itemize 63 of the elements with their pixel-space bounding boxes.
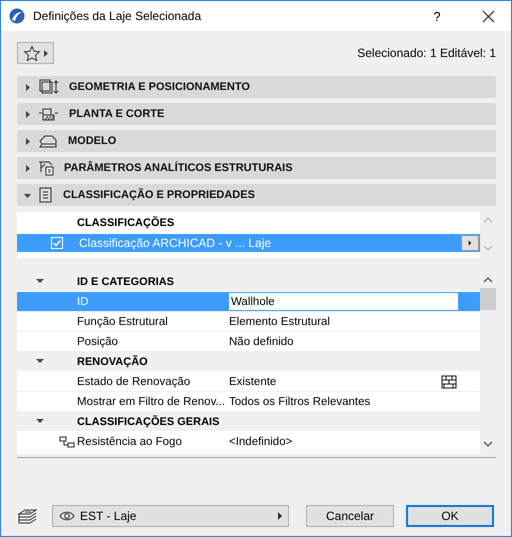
property-value: <Indefinido> [229,436,292,448]
property-name: Posição [77,336,119,348]
slab-icon [38,133,58,149]
section-title: PLANTA E CORTE [69,108,164,120]
property-row[interactable]: ID Wallhole [17,292,480,312]
property-value: Elemento Estrutural [229,316,330,328]
section-title: PARÂMETROS ANALÍTICOS ESTRUTURAIS [64,162,293,174]
submenu-button[interactable] [461,235,479,251]
scroll-down-icon [482,440,494,448]
group-title: CLASSIFICAÇÕES GERAIS [77,416,220,428]
checkbox[interactable] [51,237,63,249]
classification-label: Classificação ARCHICAD - v ... Laje [79,236,272,250]
cube-height-icon [38,79,59,95]
eye-icon [59,510,75,522]
dialog-button[interactable]: OK [406,505,494,527]
list-header: CLASSIFICAÇÕES [76,215,176,231]
scroll-up-icon [482,276,494,284]
property-row[interactable]: Função Estrutural Elemento Estrutural [17,312,480,332]
section-header[interactable]: MODELO [17,130,496,152]
section-header[interactable]: PLANTA E CORTE [17,103,496,125]
favorites-button[interactable] [17,42,54,64]
scroll-thumb[interactable] [480,288,496,310]
dialog-button[interactable]: Cancelar [306,505,394,527]
linked-blocks-icon [59,436,75,448]
layer-dropdown[interactable]: EST - Laje [52,505,289,527]
section-title: MODELO [68,135,116,147]
property-value: Todos os Filtros Relevantes [229,396,370,408]
property-name: Mostrar em Filtro de Renov... [77,396,226,408]
property-name: Estado de Renovação [77,376,192,388]
floor-plan-icon [38,106,59,122]
collapse-triangle-icon[interactable] [36,418,44,426]
scroll-down-icon [482,244,494,252]
app-logo [9,8,25,24]
help-button[interactable]: ? [417,6,457,26]
section-title: CLASSIFICAÇÃO E PROPRIEDADES [63,189,255,201]
layers-icon [17,508,38,524]
dropdown-arrow-icon [44,50,48,56]
analytic-panel-icon [38,160,54,176]
section-header[interactable]: PARÂMETROS ANALÍTICOS ESTRUTURAIS [17,157,496,179]
id-input-field[interactable]: Wallhole [229,293,458,310]
group-title: ID E CATEGORIAS [77,276,174,288]
property-row[interactable]: Resistência ao Fogo <Indefinido> [17,432,480,452]
property-name: Função Estrutural [77,316,169,328]
group-title: RENOVAÇÃO [77,356,148,368]
collapse-triangle-icon[interactable] [36,278,44,286]
property-value: Não definido [229,336,294,348]
section-header[interactable]: CLASSIFICAÇÃO E PROPRIEDADES [17,184,496,206]
dropdown-arrow-icon [278,512,282,520]
close-icon [482,10,494,22]
play-arrow-icon [468,239,472,247]
selection-info: Selecionado: 1 Editável: 1 [357,46,496,60]
property-name: Resistência ao Fogo [77,436,183,448]
window-title: Definições da Laje Selecionada [33,9,202,23]
collapse-triangle-icon[interactable] [36,358,44,366]
star-icon [23,44,41,62]
brick-wall-icon [441,374,457,388]
property-row[interactable]: Estado de Renovação Existente [17,372,480,392]
property-name: ID [77,296,90,308]
scroll-up-icon [482,216,494,224]
section-title: GEOMETRIA E POSICIONAMENTO [69,81,250,93]
property-value: Existente [229,376,276,388]
section-header[interactable]: GEOMETRIA E POSICIONAMENTO [17,76,496,98]
document-icon [38,187,53,203]
